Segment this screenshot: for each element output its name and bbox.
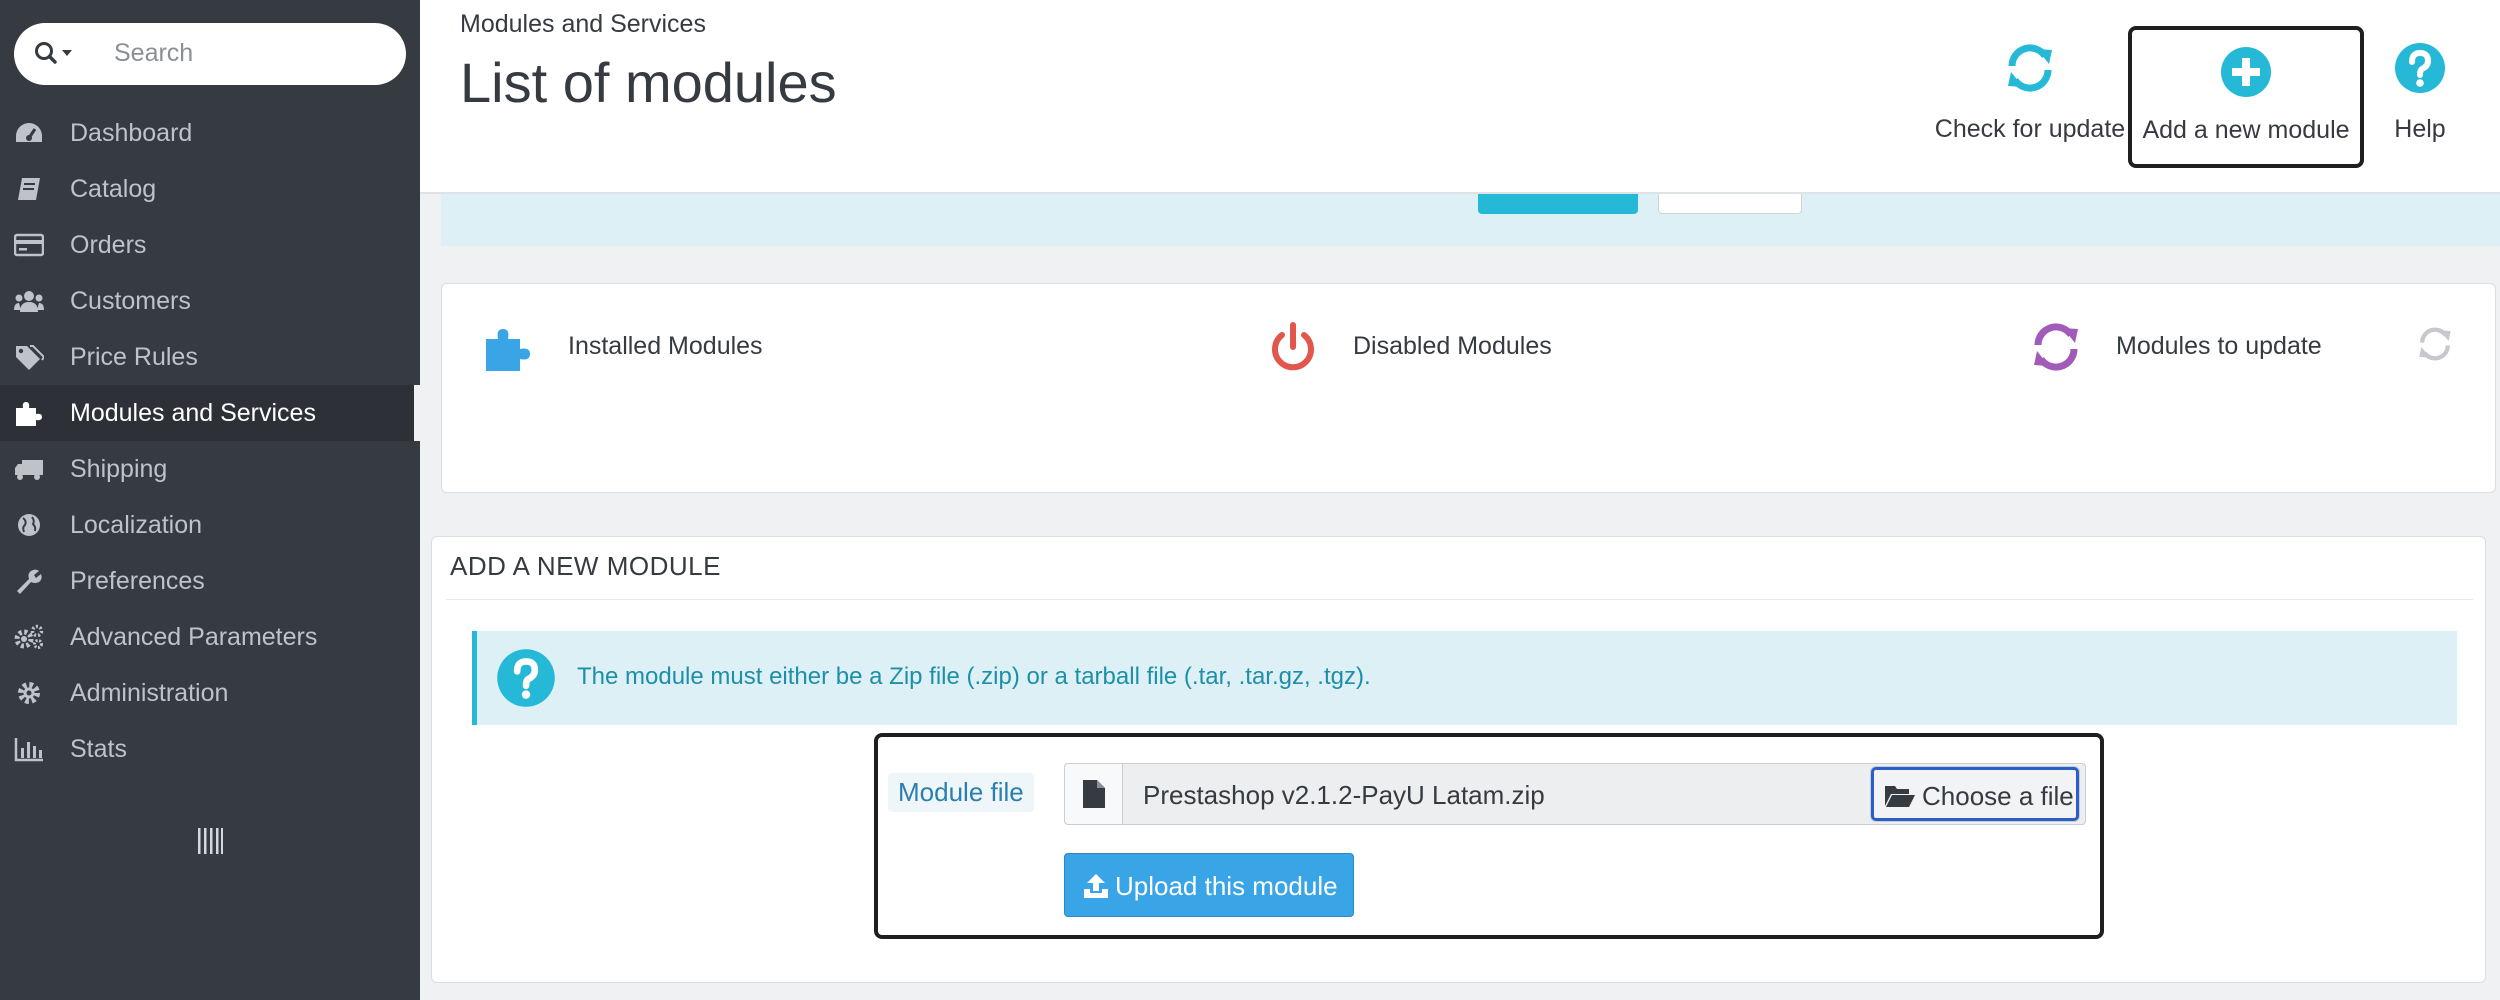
sidebar-item-label: Price Rules — [70, 343, 198, 371]
add-new-module-button[interactable]: Add a new module — [2128, 26, 2364, 168]
sidebar-nav: Dashboard Catalog Orders Customers Price… — [0, 105, 420, 777]
sidebar-item-label: Dashboard — [70, 119, 193, 147]
sidebar-item-price-rules[interactable]: Price Rules — [0, 329, 420, 385]
search-icon[interactable] — [34, 41, 74, 67]
sidebar-item-label: Stats — [70, 735, 127, 763]
disabled-modules-label: Disabled Modules — [1353, 332, 1552, 360]
bar-chart-icon — [14, 736, 44, 762]
help-icon — [495, 647, 557, 709]
refresh-icon — [2002, 40, 2058, 96]
choose-file-label: Choose a file — [1922, 781, 2074, 811]
page-title: List of modules — [460, 51, 837, 114]
sidebar-item-orders[interactable]: Orders — [0, 217, 420, 273]
choose-file-button[interactable]: Choose a file — [1871, 767, 2079, 821]
file-name-field[interactable]: Prestashop v2.1.2-PayU Latam.zip — [1143, 780, 1545, 811]
info-alert: The module must either be a Zip file (.z… — [472, 631, 2457, 725]
filter-strip — [441, 194, 2500, 246]
module-file-label: Module file — [888, 773, 1034, 812]
sidebar-item-localization[interactable]: Localization — [0, 497, 420, 553]
refresh-icon — [2028, 319, 2084, 375]
divider — [446, 599, 2473, 600]
sidebar-collapse-icon[interactable] — [196, 826, 224, 856]
globe-icon — [14, 512, 44, 538]
sidebar-item-customers[interactable]: Customers — [0, 273, 420, 329]
puzzle-icon — [480, 319, 536, 375]
sidebar-item-label: Customers — [70, 287, 191, 315]
wrench-icon — [14, 568, 44, 594]
sidebar-item-dashboard[interactable]: Dashboard — [0, 105, 420, 161]
help-icon — [2392, 40, 2448, 96]
sidebar-item-advanced-parameters[interactable]: Advanced Parameters — [0, 609, 420, 665]
search-box[interactable]: Search — [14, 23, 406, 85]
help-button[interactable]: Help — [2380, 22, 2460, 168]
tags-icon — [14, 344, 46, 370]
sidebar-item-stats[interactable]: Stats — [0, 721, 420, 777]
sidebar: Search Dashboard Catalog Orders Customer… — [0, 0, 420, 1000]
puzzle-icon — [14, 400, 44, 426]
file-input-group[interactable]: Prestashop v2.1.2-PayU Latam.zip Choose … — [1064, 763, 2086, 825]
sidebar-item-label: Localization — [70, 511, 203, 539]
sidebar-item-preferences[interactable]: Preferences — [0, 553, 420, 609]
file-addon — [1065, 764, 1123, 824]
sidebar-item-modules[interactable]: Modules and Services — [0, 385, 420, 441]
sidebar-item-label: Preferences — [70, 567, 205, 595]
cogs-icon — [14, 624, 44, 650]
upload-module-label: Upload this module — [1115, 871, 1338, 901]
refresh-stats-icon[interactable] — [2415, 324, 2455, 364]
add-new-module-label: Add a new module — [2142, 116, 2350, 144]
filter-secondary-button[interactable] — [1658, 194, 1802, 214]
sidebar-item-label: Catalog — [70, 175, 157, 203]
add-module-panel: ADD A NEW MODULE The module must either … — [431, 536, 2486, 983]
folder-open-icon — [1884, 783, 1916, 809]
sidebar-item-label: Advanced Parameters — [70, 623, 318, 651]
sidebar-item-catalog[interactable]: Catalog — [0, 161, 420, 217]
truck-icon — [14, 456, 44, 482]
modules-to-update-label: Modules to update — [2116, 332, 2322, 360]
check-for-update-button[interactable]: Check for update — [1920, 22, 2140, 168]
breadcrumb[interactable]: Modules and Services — [460, 10, 706, 39]
sidebar-item-label: Shipping — [70, 455, 168, 483]
sidebar-item-label: Administration — [70, 679, 229, 707]
panel-heading: ADD A NEW MODULE — [450, 551, 721, 581]
filter-primary-button[interactable] — [1478, 194, 1638, 214]
module-stats-panel: Installed Modules Disabled Modules Modul… — [441, 283, 2496, 493]
info-message: The module must either be a Zip file (.z… — [577, 663, 1371, 690]
upload-module-button[interactable]: Upload this module — [1064, 853, 1354, 917]
credit-card-icon — [13, 232, 45, 258]
check-for-update-label: Check for update — [1934, 115, 2126, 143]
book-icon — [14, 176, 44, 202]
gear-icon — [14, 680, 44, 706]
plus-circle-icon — [2218, 44, 2274, 100]
sidebar-item-label: Modules and Services — [70, 399, 316, 427]
dashboard-icon — [14, 120, 44, 146]
search-input[interactable]: Search — [114, 39, 193, 68]
file-icon — [1082, 779, 1106, 809]
help-label: Help — [2394, 115, 2446, 143]
upload-icon — [1083, 873, 1109, 899]
page-header: Modules and Services List of modules Che… — [420, 0, 2500, 194]
installed-modules-label: Installed Modules — [568, 332, 763, 360]
upload-form: Module file Prestashop v2.1.2-PayU Latam… — [874, 733, 2104, 939]
sidebar-item-administration[interactable]: Administration — [0, 665, 420, 721]
sidebar-item-shipping[interactable]: Shipping — [0, 441, 420, 497]
sidebar-item-label: Orders — [70, 231, 147, 259]
users-icon — [14, 288, 44, 314]
power-icon — [1265, 319, 1321, 375]
